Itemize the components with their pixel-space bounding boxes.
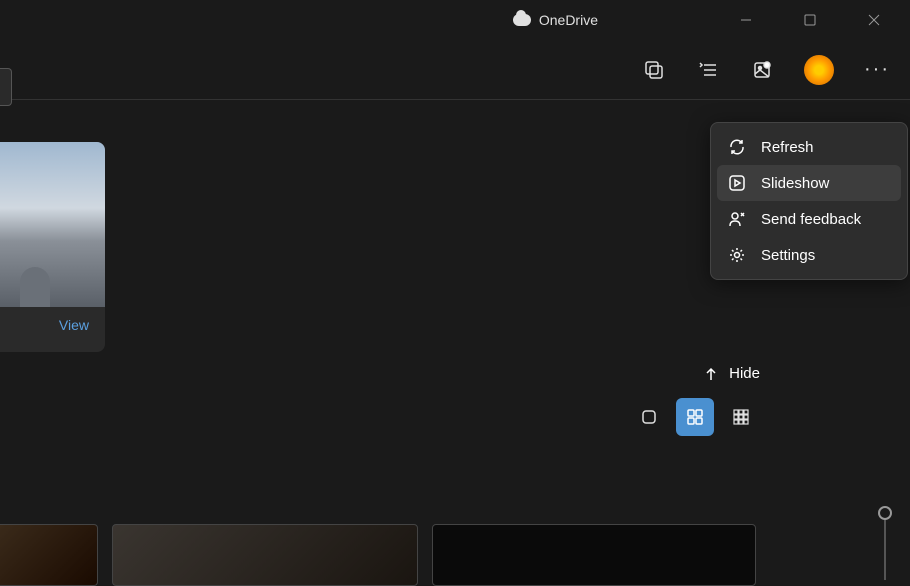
onedrive-section[interactable]: OneDrive xyxy=(513,12,598,28)
thumbnail-strip xyxy=(0,524,756,586)
menu-label: Refresh xyxy=(761,139,814,156)
view-grid-small-button[interactable] xyxy=(722,398,760,436)
menu-label: Settings xyxy=(761,247,815,264)
scrollbar[interactable] xyxy=(884,510,886,580)
view-toggles xyxy=(630,398,760,436)
menu-label: Send feedback xyxy=(761,211,861,228)
partial-element xyxy=(0,68,12,106)
more-button[interactable]: ··· xyxy=(864,58,890,81)
view-single-button[interactable] xyxy=(630,398,668,436)
maximize-button[interactable] xyxy=(790,4,830,36)
settings-icon xyxy=(727,245,747,265)
thumbnail[interactable] xyxy=(432,524,756,586)
feedback-icon xyxy=(727,209,747,229)
onedrive-label: OneDrive xyxy=(539,12,598,28)
gallery-icon[interactable] xyxy=(642,58,666,82)
hide-label: Hide xyxy=(729,365,760,382)
close-button[interactable] xyxy=(854,4,894,36)
thumbnail[interactable] xyxy=(0,524,98,586)
scrollbar-thumb[interactable] xyxy=(878,506,892,520)
menu-label: Slideshow xyxy=(761,175,829,192)
menu-item-refresh[interactable]: Refresh xyxy=(717,129,901,165)
cloud-icon xyxy=(513,14,531,26)
slideshow-icon xyxy=(727,173,747,193)
menu-item-feedback[interactable]: Send feedback xyxy=(717,201,901,237)
refresh-icon xyxy=(727,137,747,157)
arrow-up-icon xyxy=(703,366,719,382)
thumbnail[interactable] xyxy=(112,524,418,586)
minimize-button[interactable] xyxy=(726,4,766,36)
titlebar: OneDrive xyxy=(0,0,910,40)
view-grid-button[interactable] xyxy=(676,398,714,436)
window-controls xyxy=(718,4,902,36)
avatar[interactable] xyxy=(804,55,834,85)
hide-button[interactable]: Hide xyxy=(703,365,760,382)
menu-item-slideshow[interactable]: Slideshow xyxy=(717,165,901,201)
menu-item-settings[interactable]: Settings xyxy=(717,237,901,273)
view-link[interactable]: View xyxy=(0,307,105,343)
image-thumbnail[interactable] xyxy=(0,142,105,307)
image-edit-icon[interactable] xyxy=(750,58,774,82)
image-card: View xyxy=(0,142,105,352)
toolbar: ··· xyxy=(0,40,910,100)
context-menu: Refresh Slideshow Send feedback Settings xyxy=(710,122,908,280)
list-icon[interactable] xyxy=(696,58,720,82)
